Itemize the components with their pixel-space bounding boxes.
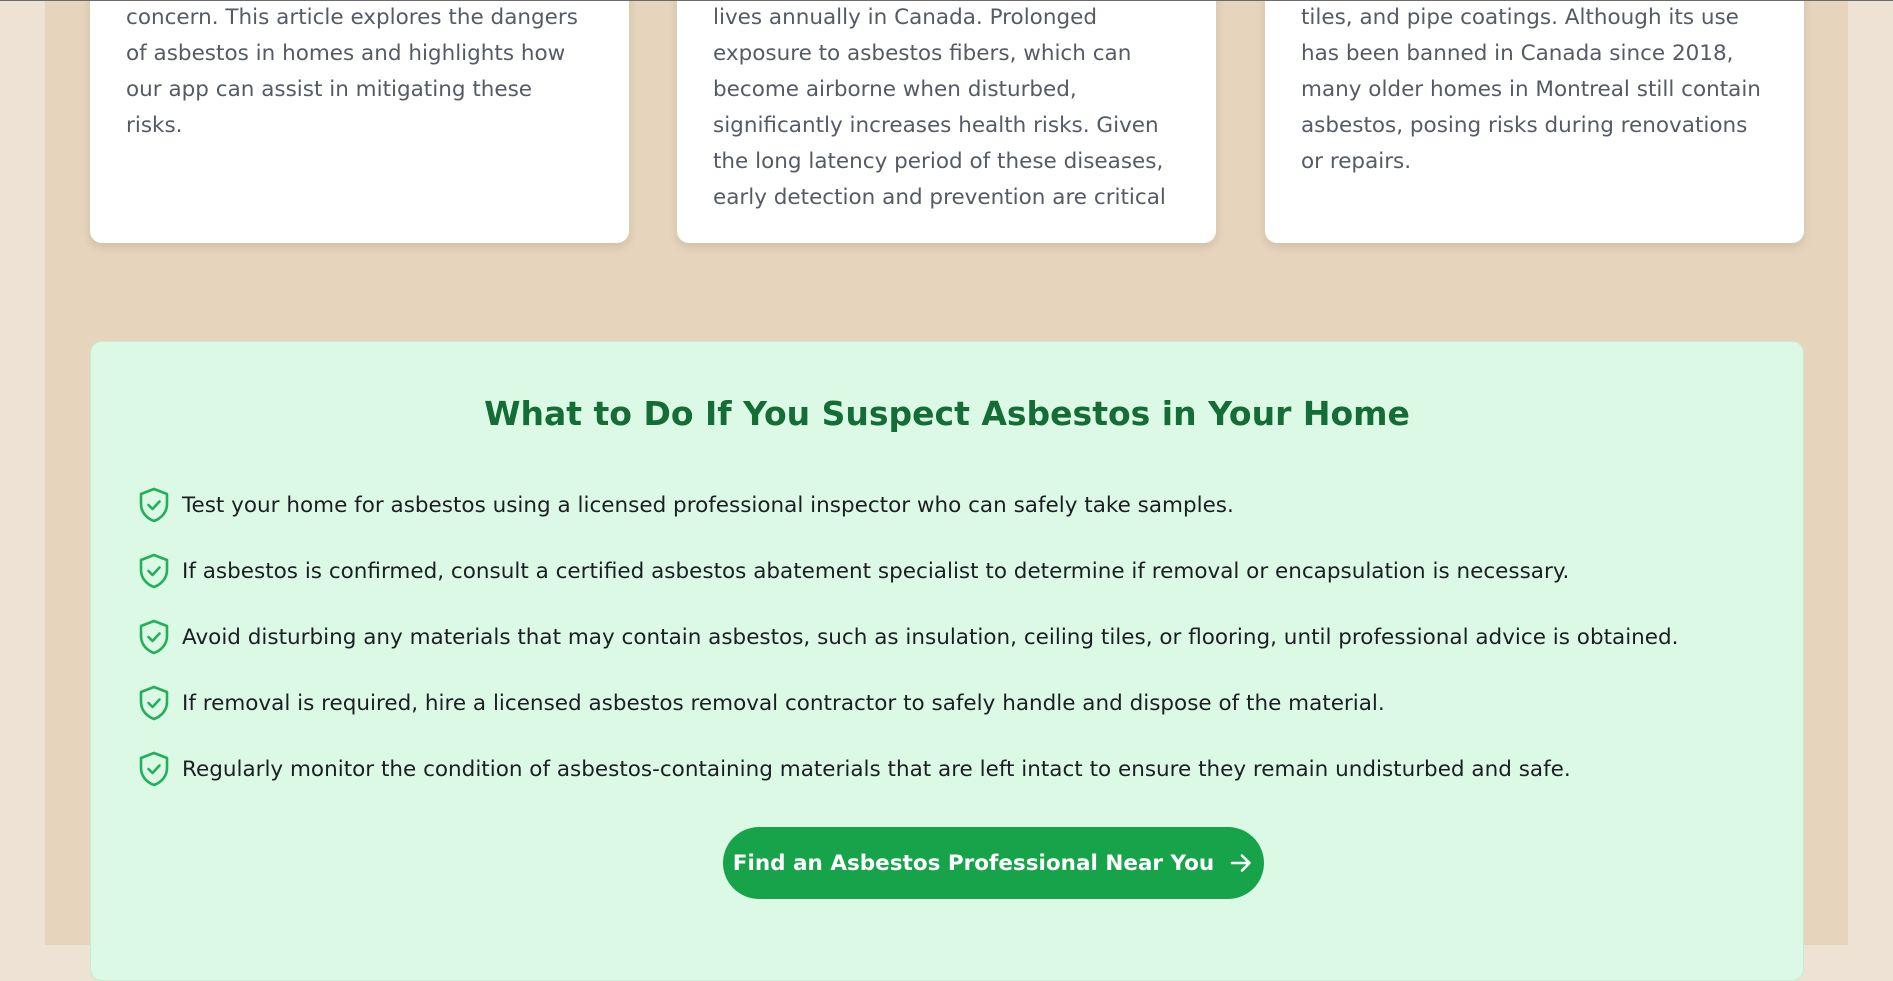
shield-check-icon	[138, 553, 170, 589]
arrow-right-icon	[1228, 850, 1254, 876]
main-content: concern. This article explores the dange…	[45, 0, 1848, 981]
find-professional-button[interactable]: Find an Asbestos Professional Near You	[723, 827, 1264, 899]
article-card: lives annually in Canada. Prolonged expo…	[677, 0, 1216, 243]
guidance-step: Avoid disturbing any materials that may …	[138, 604, 1679, 670]
article-card-text: concern. This article explores the dange…	[126, 5, 578, 138]
shield-check-icon	[138, 487, 170, 523]
find-professional-button-label: Find an Asbestos Professional Near You	[732, 850, 1215, 876]
asbestos-guidance-panel: What to Do If You Suspect Asbestos in Yo…	[90, 341, 1804, 981]
article-card-text: tiles, and pipe coatings. Although its u…	[1301, 5, 1761, 174]
guidance-step: Test your home for asbestos using a lice…	[138, 472, 1679, 538]
article-card: tiles, and pipe coatings. Although its u…	[1265, 0, 1804, 243]
guidance-title: What to Do If You Suspect Asbestos in Yo…	[484, 394, 1410, 433]
guidance-steps-list: Test your home for asbestos using a lice…	[138, 472, 1679, 802]
guidance-step-text: If asbestos is confirmed, consult a cert…	[182, 558, 1570, 584]
guidance-step-text: Regularly monitor the condition of asbes…	[182, 756, 1571, 782]
guidance-step-text: Test your home for asbestos using a lice…	[182, 492, 1234, 518]
guidance-step: If asbestos is confirmed, consult a cert…	[138, 538, 1679, 604]
shield-check-icon	[138, 685, 170, 721]
article-card: concern. This article explores the dange…	[90, 0, 629, 243]
shield-check-icon	[138, 751, 170, 787]
guidance-step-text: Avoid disturbing any materials that may …	[182, 624, 1679, 650]
guidance-step: If removal is required, hire a licensed …	[138, 670, 1679, 736]
guidance-step-text: If removal is required, hire a licensed …	[182, 690, 1385, 716]
shield-check-icon	[138, 619, 170, 655]
article-card-text: lives annually in Canada. Prolonged expo…	[713, 5, 1166, 210]
guidance-step: Regularly monitor the condition of asbes…	[138, 736, 1679, 802]
top-border-line	[0, 0, 1893, 1]
